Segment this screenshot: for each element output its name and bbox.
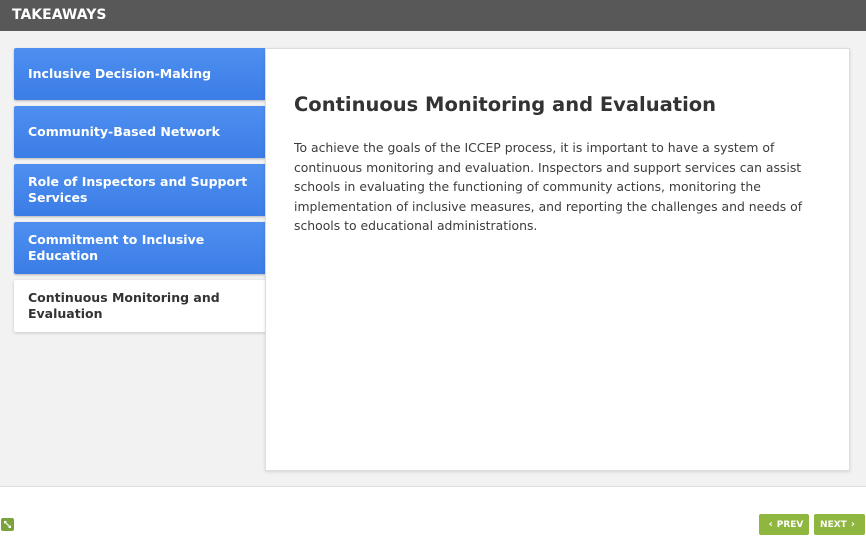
next-button[interactable]: NEXT › [814, 514, 865, 535]
content-panel: Continuous Monitoring and Evaluation To … [265, 48, 850, 471]
content-body: To achieve the goals of the ICCEP proces… [294, 140, 803, 233]
next-button-label: NEXT [820, 519, 847, 530]
content-title: Continuous Monitoring and Evaluation [294, 93, 717, 116]
tab-role-of-inspectors[interactable]: Role of Inspectors and Support Services [14, 164, 265, 216]
tab-inclusive-decision-making[interactable]: Inclusive Decision-Making [14, 48, 265, 100]
prev-button-label: PREV [776, 519, 804, 530]
expand-arrows-icon [4, 521, 11, 528]
footer-bar: ‹ PREV NEXT › [0, 488, 866, 540]
expand-icon[interactable] [1, 518, 14, 531]
chevron-right-icon: › [850, 519, 855, 530]
page-title: TAKEAWAYS [0, 0, 866, 31]
tab-continuous-monitoring[interactable]: Continuous Monitoring and Evaluation [14, 280, 267, 332]
tab-commitment-to-inclusive-education[interactable]: Commitment to Inclusive Education [14, 222, 265, 274]
prev-button[interactable]: ‹ PREV [759, 514, 809, 535]
tab-community-based-network[interactable]: Community-Based Network [14, 106, 265, 158]
tab-list: Inclusive Decision-Making Community-Base… [14, 48, 267, 338]
content-stage: Inclusive Decision-Making Community-Base… [0, 31, 866, 487]
chevron-left-icon: ‹ [768, 519, 773, 530]
